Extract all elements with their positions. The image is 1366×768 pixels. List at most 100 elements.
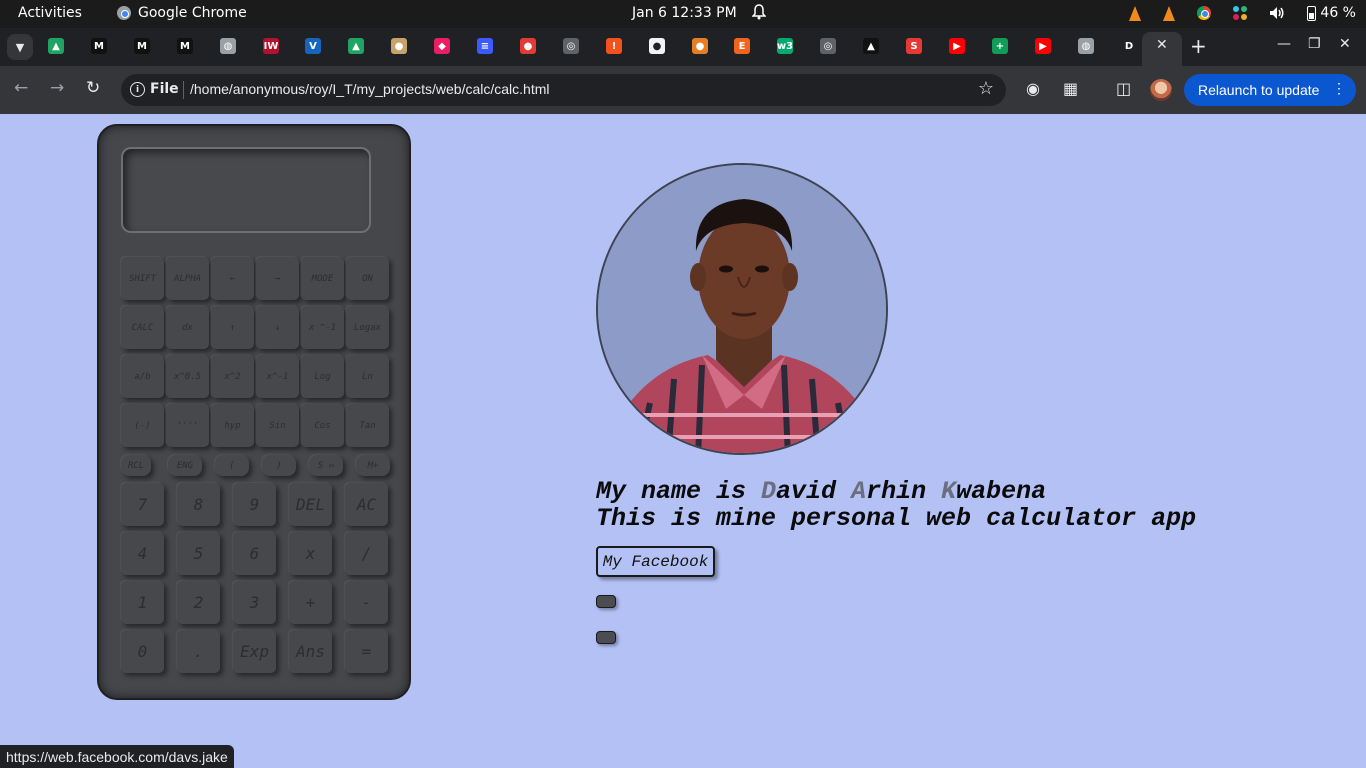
tab-favicon-globe-icon[interactable]: ◍ xyxy=(220,38,236,54)
reload-icon[interactable]: ↻ xyxy=(86,78,100,98)
calc-key[interactable]: (-) xyxy=(121,404,164,447)
calc-key[interactable]: CALC xyxy=(121,306,164,349)
calc-number-key[interactable]: 6 xyxy=(233,532,276,575)
tab-favicon-sheets-icon[interactable]: + xyxy=(992,38,1008,54)
calc-number-key[interactable]: 2 xyxy=(177,581,220,624)
vlc-icon[interactable] xyxy=(1129,3,1142,23)
tab-favicon-owl-icon[interactable]: ● xyxy=(391,38,407,54)
side-panel-icon[interactable]: ◫ xyxy=(1116,79,1131,98)
address-bar[interactable]: i File /home/anonymous/roy/I_T/my_projec… xyxy=(121,74,1006,106)
calc-key[interactable]: '''' xyxy=(166,404,209,447)
bookmark-star-icon[interactable]: ☆ xyxy=(978,78,994,99)
calc-number-key[interactable]: 7 xyxy=(121,483,164,526)
tab-favicon-s-logo-icon[interactable]: S xyxy=(906,38,922,54)
tab-favicon-iw-icon[interactable]: IW xyxy=(263,38,279,54)
tab-favicon-settings-logo-icon[interactable]: ◎ xyxy=(563,38,579,54)
small-link-button-2[interactable] xyxy=(596,631,616,644)
relaunch-to-update-button[interactable]: Relaunch to update ⋮ xyxy=(1184,74,1356,106)
calc-small-key[interactable]: ENG xyxy=(168,455,202,476)
calc-number-key[interactable]: - xyxy=(345,581,388,624)
tab-favicon-github-icon[interactable]: ● xyxy=(649,38,665,54)
calc-small-key[interactable]: RCL xyxy=(121,455,151,476)
calc-key[interactable]: x ^-1 xyxy=(301,306,344,349)
tab-favicon-w3-icon[interactable]: w3 xyxy=(777,38,793,54)
close-tab-icon[interactable]: ✕ xyxy=(1156,37,1168,53)
calc-small-key[interactable]: M+ xyxy=(356,455,390,476)
tab-favicon-triangle-icon[interactable]: ▲ xyxy=(863,38,879,54)
calc-number-key[interactable]: x xyxy=(289,532,332,575)
battery-indicator[interactable]: 46 % xyxy=(1307,3,1356,23)
calc-key[interactable]: ALPHA xyxy=(166,257,209,300)
back-arrow-icon[interactable]: ← xyxy=(14,78,28,98)
calc-key[interactable]: x^0.5 xyxy=(166,355,209,398)
tab-favicon-medium-icon[interactable]: M xyxy=(91,38,107,54)
calc-key[interactable]: ↓ xyxy=(256,306,299,349)
site-info-icon[interactable]: i xyxy=(130,82,145,97)
tab-favicon-circle-logo-icon[interactable]: ● xyxy=(520,38,536,54)
small-link-button-1[interactable] xyxy=(596,595,616,608)
calc-key[interactable]: Tan xyxy=(346,404,389,447)
calc-number-key[interactable]: Ans xyxy=(289,630,332,673)
calc-number-key[interactable]: = xyxy=(345,630,388,673)
calc-key[interactable]: MODE xyxy=(301,257,344,300)
url-text[interactable]: /home/anonymous/roy/I_T/my_projects/web/… xyxy=(190,81,549,97)
calc-number-key[interactable]: 0 xyxy=(121,630,164,673)
tab-favicon-list-icon[interactable]: ≡ xyxy=(477,38,493,54)
calc-key[interactable]: SHIFT xyxy=(121,257,164,300)
forward-arrow-icon[interactable]: → xyxy=(50,78,64,98)
tab-search-button[interactable]: ▼ xyxy=(7,34,33,60)
calc-number-key[interactable]: 3 xyxy=(233,581,276,624)
tab-favicon-alert-icon[interactable]: ! xyxy=(606,38,622,54)
calc-key[interactable]: Logax xyxy=(346,306,389,349)
app-menu[interactable]: Google Chrome xyxy=(117,5,247,21)
calc-key[interactable]: x^2 xyxy=(211,355,254,398)
tab-favicon-youtube-icon[interactable]: ▶ xyxy=(1035,38,1051,54)
volume-icon[interactable] xyxy=(1269,3,1285,23)
calc-number-key[interactable]: / xyxy=(345,532,388,575)
calc-key[interactable]: ↑ xyxy=(211,306,254,349)
close-window-icon[interactable]: ✕ xyxy=(1339,36,1351,52)
extensions-puzzle-icon[interactable]: ▦ xyxy=(1063,79,1078,98)
tab-favicon-orange-logo-icon[interactable]: ● xyxy=(692,38,708,54)
calc-number-key[interactable]: 1 xyxy=(121,581,164,624)
calc-key[interactable]: a/b xyxy=(121,355,164,398)
minimize-window-icon[interactable]: — xyxy=(1277,36,1291,52)
tab-favicon-google-drive-icon[interactable]: ▲ xyxy=(48,38,64,54)
calc-number-key[interactable]: 5 xyxy=(177,532,220,575)
clock[interactable]: Jan 6 12:33 PM xyxy=(632,5,737,21)
calc-number-key[interactable]: 8 xyxy=(177,483,220,526)
tab-favicon-cube-icon[interactable]: ◆ xyxy=(434,38,450,54)
calc-key[interactable]: Log xyxy=(301,355,344,398)
calc-number-key[interactable]: . xyxy=(177,630,220,673)
calc-small-key[interactable]: ( xyxy=(215,455,249,476)
cookie-extension-icon[interactable]: ◉ xyxy=(1026,79,1040,98)
maximize-window-icon[interactable]: ❐ xyxy=(1308,36,1321,52)
chrome-tray-icon[interactable] xyxy=(1197,3,1212,23)
tab-favicon-google-drive-icon[interactable]: ▲ xyxy=(348,38,364,54)
facebook-link-button[interactable]: My Facebook xyxy=(596,546,715,577)
activities-button[interactable]: Activities xyxy=(18,5,82,21)
tab-favicon-youtube-icon[interactable]: ▶ xyxy=(949,38,965,54)
calc-number-key[interactable]: AC xyxy=(345,483,388,526)
calc-number-key[interactable]: DEL xyxy=(289,483,332,526)
calc-number-key[interactable]: Exp xyxy=(233,630,276,673)
calc-key[interactable]: ON xyxy=(346,257,389,300)
tab-favicon-medium-icon[interactable]: M xyxy=(177,38,193,54)
tab-favicon-v-logo-icon[interactable]: V xyxy=(305,38,321,54)
tab-favicon-medium-icon[interactable]: M xyxy=(134,38,150,54)
calc-small-key[interactable]: S ⇔ xyxy=(309,455,343,476)
profile-avatar[interactable] xyxy=(1150,79,1172,101)
calc-key[interactable]: → xyxy=(256,257,299,300)
tab-favicon-settings-logo-icon[interactable]: ◎ xyxy=(820,38,836,54)
more-menu-icon[interactable]: ⋮ xyxy=(1332,80,1346,97)
calc-number-key[interactable]: + xyxy=(289,581,332,624)
calc-key[interactable]: Sin xyxy=(256,404,299,447)
new-tab-button[interactable]: + xyxy=(1190,34,1207,58)
calc-key[interactable]: Ln xyxy=(346,355,389,398)
calc-key[interactable]: ← xyxy=(211,257,254,300)
slack-icon[interactable] xyxy=(1233,3,1248,23)
tab-favicon-etsy-icon[interactable]: E xyxy=(734,38,750,54)
calc-number-key[interactable]: 9 xyxy=(233,483,276,526)
calc-key[interactable]: dx xyxy=(166,306,209,349)
calc-key[interactable]: x^-1 xyxy=(256,355,299,398)
